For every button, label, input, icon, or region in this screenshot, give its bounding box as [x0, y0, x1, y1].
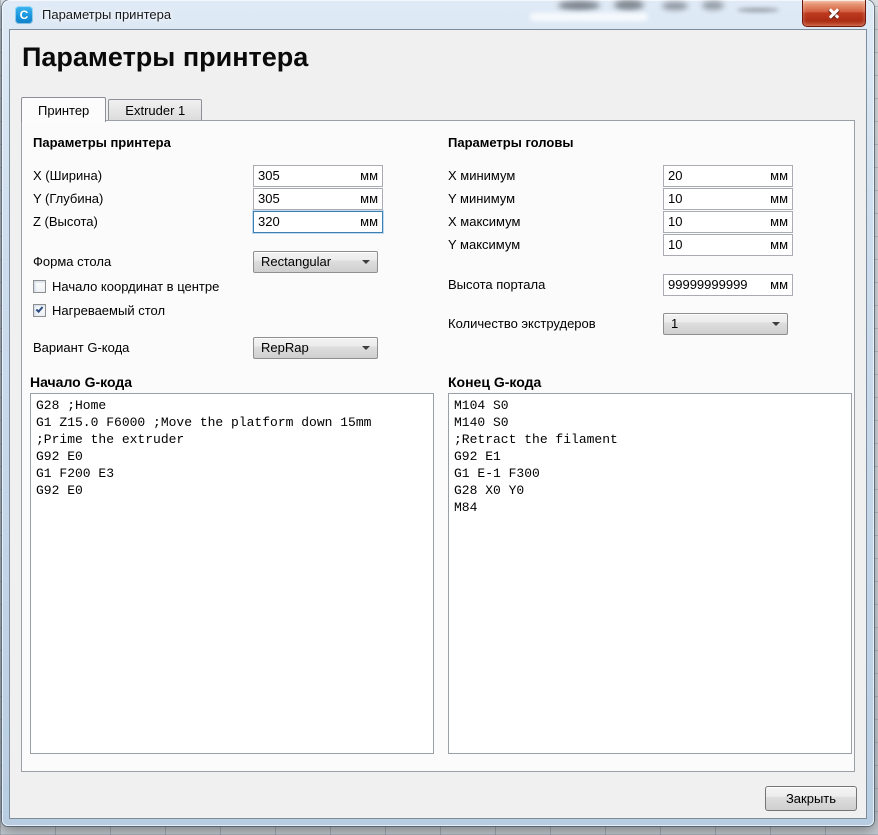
section-title: Параметры принтера — [33, 135, 383, 150]
field-row-x-min: X минимум 20 мм — [448, 164, 793, 187]
tab-printer[interactable]: Принтер — [21, 97, 106, 122]
extruder-count-select[interactable]: 1 — [663, 313, 788, 335]
gcode-flavor-select[interactable]: RepRap — [253, 337, 378, 359]
select-value: 1 — [671, 316, 678, 331]
tab-bar: Принтер Extruder 1 — [21, 96, 202, 121]
x-width-input[interactable]: 305 мм — [253, 165, 383, 187]
field-row-y-min: Y минимум 10 мм — [448, 187, 793, 210]
chevron-down-icon — [362, 346, 370, 350]
close-icon — [827, 7, 841, 19]
field-label: Y минимум — [448, 191, 663, 206]
field-label: Высота портала — [448, 277, 663, 292]
x-max-input[interactable]: 10 мм — [663, 211, 793, 233]
start-gcode-section: Начало G-кода G28 ;Home G1 Z15.0 F6000 ;… — [30, 374, 434, 759]
dialog-window: C Параметры принтера Параметры принтера … — [2, 0, 874, 826]
field-unit: мм — [770, 277, 788, 292]
field-row-gcode-flavor: Вариант G-кода RepRap — [33, 335, 383, 360]
field-row-x-width: X (Ширина) 305 мм — [33, 164, 383, 187]
field-label: Количество экструдеров — [448, 316, 663, 331]
start-gcode-textarea[interactable]: G28 ;Home G1 Z15.0 F6000 ;Move the platf… — [30, 393, 434, 754]
printhead-settings-section: Параметры головы X минимум 20 мм Y миним… — [448, 135, 793, 336]
chevron-down-icon — [362, 260, 370, 264]
field-unit: мм — [360, 168, 378, 183]
heated-bed-checkbox[interactable] — [33, 304, 46, 317]
field-label: X минимум — [448, 168, 663, 183]
select-value: RepRap — [261, 340, 309, 355]
titlebar: C Параметры принтера — [2, 0, 874, 30]
bed-shape-select[interactable]: Rectangular — [253, 251, 378, 273]
field-unit: мм — [770, 168, 788, 183]
field-row-bed-shape: Форма стола Rectangular — [33, 249, 383, 274]
window-title: Параметры принтера — [42, 7, 171, 22]
desktop-background: C Параметры принтера Параметры принтера … — [0, 0, 878, 835]
heated-bed-checkbox-row[interactable]: Нагреваемый стол — [33, 298, 383, 322]
y-max-input[interactable]: 10 мм — [663, 234, 793, 256]
field-value: 10 — [668, 237, 682, 252]
glass-reflection — [558, 1, 600, 10]
section-title: Параметры головы — [448, 135, 793, 150]
tab-extruder-1[interactable]: Extruder 1 — [108, 99, 202, 121]
field-row-gantry-height: Высота портала 99999999999 мм — [448, 273, 793, 296]
field-value: 10 — [668, 214, 682, 229]
field-row-x-max: X максимум 10 мм — [448, 210, 793, 233]
field-value: 305 — [258, 191, 280, 206]
field-unit: мм — [770, 237, 788, 252]
y-depth-input[interactable]: 305 мм — [253, 188, 383, 210]
glass-reflection — [614, 0, 644, 10]
field-value: 320 — [258, 214, 280, 229]
field-value: 20 — [668, 168, 682, 183]
field-label: Y (Глубина) — [33, 191, 253, 206]
field-unit: мм — [360, 191, 378, 206]
glass-reflection — [737, 8, 779, 12]
page-title: Параметры принтера — [22, 42, 308, 73]
end-gcode-title: Конец G-кода — [448, 374, 852, 390]
field-value: 10 — [668, 191, 682, 206]
field-value: 99999999999 — [668, 277, 748, 292]
field-unit: мм — [770, 214, 788, 229]
chevron-down-icon — [772, 322, 780, 326]
checkbox-label: Начало координат в центре — [52, 279, 219, 294]
x-min-input[interactable]: 20 мм — [663, 165, 793, 187]
cura-app-icon: C — [15, 6, 33, 24]
glass-reflection — [702, 1, 724, 10]
glass-reflection — [662, 2, 688, 10]
close-dialog-button[interactable]: Закрыть — [765, 786, 857, 811]
end-gcode-section: Конец G-кода M104 S0 M140 S0 ;Retract th… — [448, 374, 852, 759]
field-value: 305 — [258, 168, 280, 183]
field-row-y-max: Y максимум 10 мм — [448, 233, 793, 256]
field-label: X (Ширина) — [33, 168, 253, 183]
window-close-button[interactable] — [802, 0, 866, 27]
origin-center-checkbox-row[interactable]: Начало координат в центре — [33, 274, 383, 298]
dialog-client-area: Параметры принтера Принтер Extruder 1 Па… — [10, 30, 866, 818]
printer-settings-section: Параметры принтера X (Ширина) 305 мм Y (… — [33, 135, 383, 360]
field-row-z-height: Z (Высота) 320 мм — [33, 210, 383, 233]
end-gcode-textarea[interactable]: M104 S0 M140 S0 ;Retract the filament G9… — [448, 393, 852, 754]
field-row-y-depth: Y (Глубина) 305 мм — [33, 187, 383, 210]
check-icon — [36, 305, 44, 313]
field-row-extruder-count: Количество экструдеров 1 — [448, 311, 793, 336]
z-height-input[interactable]: 320 мм — [253, 211, 383, 233]
field-label: Y максимум — [448, 237, 663, 252]
origin-center-checkbox[interactable] — [33, 280, 46, 293]
y-min-input[interactable]: 10 мм — [663, 188, 793, 210]
checkbox-label: Нагреваемый стол — [52, 303, 165, 318]
field-unit: мм — [770, 191, 788, 206]
field-unit: мм — [360, 214, 378, 229]
app-icon-letter: C — [20, 9, 29, 21]
select-value: Rectangular — [261, 254, 331, 269]
start-gcode-title: Начало G-кода — [30, 374, 434, 390]
gantry-height-input[interactable]: 99999999999 мм — [663, 274, 793, 296]
field-label: X максимум — [448, 214, 663, 229]
tab-pane: Параметры принтера X (Ширина) 305 мм Y (… — [21, 120, 855, 772]
field-label: Форма стола — [33, 254, 253, 269]
field-label: Вариант G-кода — [33, 340, 253, 355]
glass-reflection — [530, 13, 648, 21]
field-label: Z (Высота) — [33, 214, 253, 229]
